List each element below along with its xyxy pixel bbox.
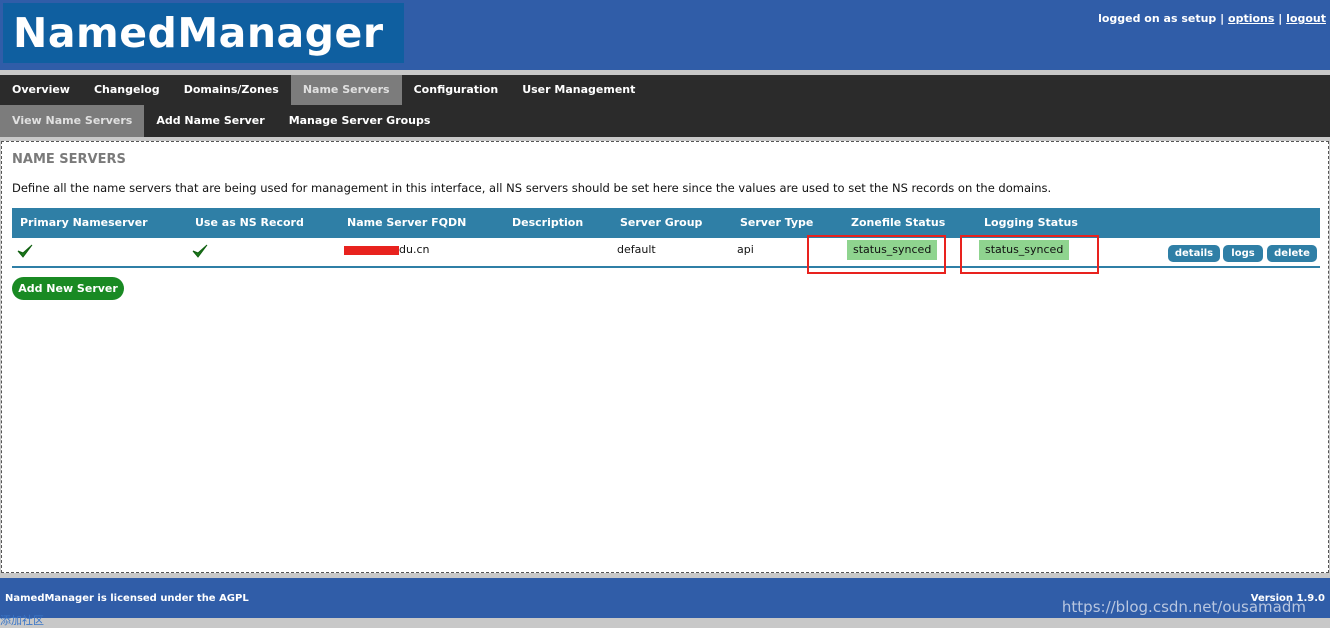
separator: |: [1278, 12, 1283, 25]
table-header: Primary Nameserver Use as NS Record Name…: [12, 208, 1320, 238]
subnav-manage-server-groups[interactable]: Manage Server Groups: [277, 105, 443, 137]
nav-configuration[interactable]: Configuration: [402, 75, 511, 105]
add-new-server-button[interactable]: Add New Server: [12, 277, 124, 300]
col-description: Description: [512, 216, 584, 229]
separator: |: [1220, 12, 1225, 25]
nav-user-management[interactable]: User Management: [510, 75, 647, 105]
nav-name-servers[interactable]: Name Servers: [290, 75, 402, 105]
user-bar: logged on as setup | options | logout: [1098, 12, 1326, 25]
logged-in-label: logged on as setup: [1098, 12, 1217, 25]
col-primary-nameserver: Primary Nameserver: [20, 216, 148, 229]
subnav-add-name-server[interactable]: Add Name Server: [144, 105, 276, 137]
server-group-value: default: [617, 243, 656, 256]
col-name-server-fqdn: Name Server FQDN: [347, 216, 467, 229]
check-icon: [192, 244, 208, 258]
license-text: NamedManager is licensed under the AGPL: [5, 593, 249, 604]
highlight-box-zonefile: [807, 235, 946, 274]
logout-link[interactable]: logout: [1286, 12, 1326, 25]
logs-button[interactable]: logs: [1223, 245, 1263, 262]
table-row: du.cn default api status_synced status_s…: [12, 238, 1320, 268]
server-type-value: api: [737, 243, 754, 256]
secondary-nav: View Name Servers Add Name Server Manage…: [0, 105, 1330, 137]
app-logo: NamedManager: [3, 3, 404, 63]
subnav-view-name-servers[interactable]: View Name Servers: [0, 105, 145, 137]
fqdn-value: du.cn: [399, 243, 430, 256]
name-servers-table: Primary Nameserver Use as NS Record Name…: [12, 208, 1320, 268]
app-header: NamedManager logged on as setup | option…: [0, 0, 1330, 70]
primary-nav: Overview Changelog Domains/Zones Name Se…: [0, 75, 1330, 105]
main-content: NAME SERVERS Define all the name servers…: [1, 141, 1329, 573]
delete-button[interactable]: delete: [1267, 245, 1317, 262]
nav-changelog[interactable]: Changelog: [82, 75, 172, 105]
col-server-group: Server Group: [620, 216, 703, 229]
page-title: NAME SERVERS: [12, 152, 126, 167]
col-server-type: Server Type: [740, 216, 814, 229]
page-description: Define all the name servers that are bei…: [12, 181, 1052, 195]
redaction-mark: [344, 246, 399, 255]
nav-domains-zones[interactable]: Domains/Zones: [172, 75, 291, 105]
col-use-as-ns-record: Use as NS Record: [195, 216, 304, 229]
options-link[interactable]: options: [1228, 12, 1274, 25]
details-button[interactable]: details: [1168, 245, 1220, 262]
col-zonefile-status: Zonefile Status: [851, 216, 946, 229]
check-icon: [17, 244, 33, 258]
highlight-box-logging: [960, 235, 1099, 274]
nav-overview[interactable]: Overview: [0, 75, 82, 105]
watermark: https://blog.csdn.net/ousamadm: [1061, 598, 1306, 616]
corner-link[interactable]: 添加社区: [0, 612, 44, 628]
col-logging-status: Logging Status: [984, 216, 1078, 229]
